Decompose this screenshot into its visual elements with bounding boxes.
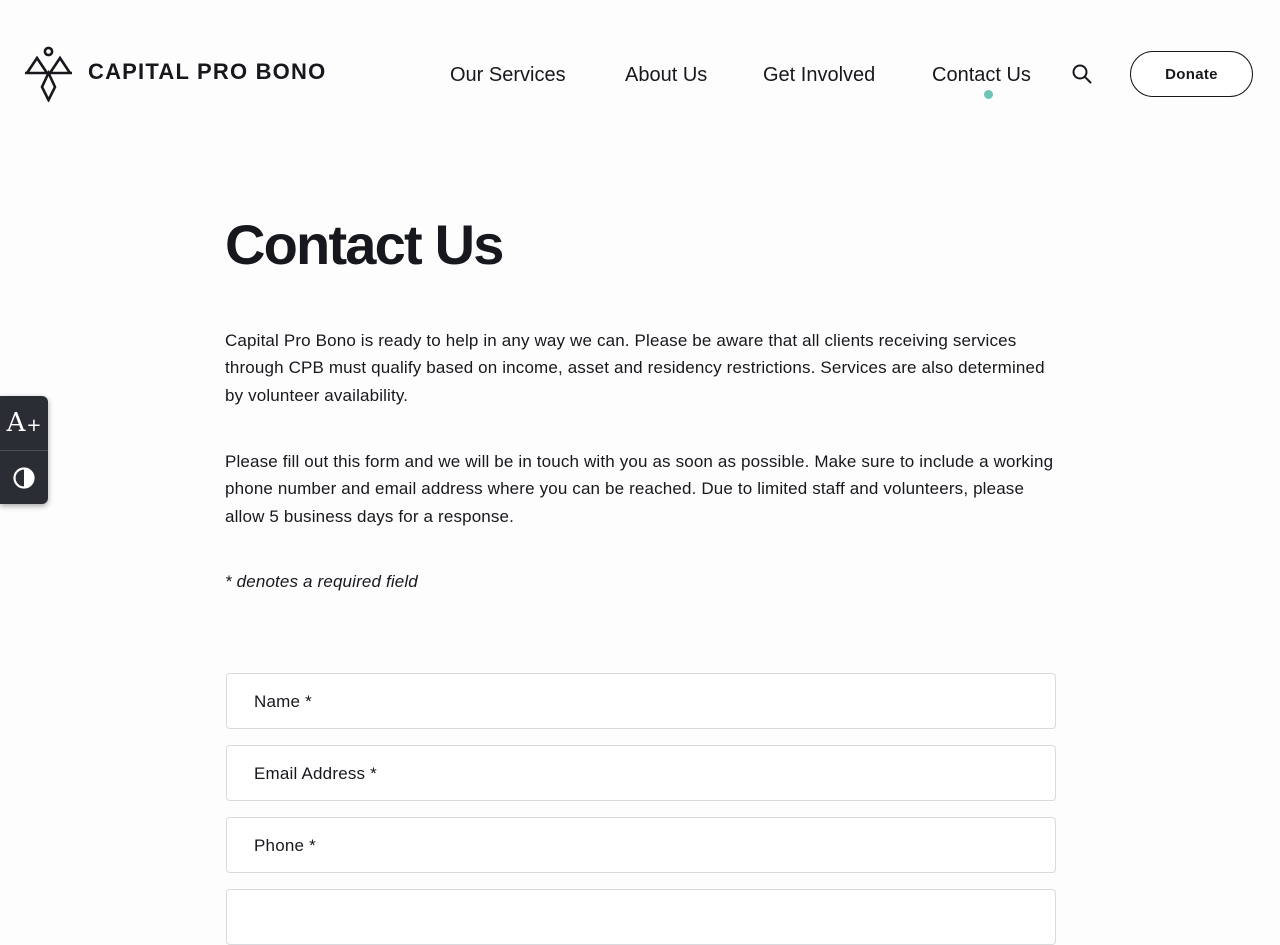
nav-item-get-involved[interactable]: Get Involved [763,60,875,90]
page-title: Contact Us [225,213,504,276]
site-header: CAPITAL PRO BONO Our Services About Us G… [0,0,1280,150]
font-size-increase-button[interactable]: A+ [0,396,48,451]
next-form-field[interactable] [226,889,1056,945]
phone-field[interactable]: Phone * [226,817,1056,873]
donate-button[interactable]: Donate [1130,51,1253,97]
contrast-toggle-button[interactable] [0,451,48,505]
phone-input[interactable] [227,818,1055,872]
required-field-note: * denotes a required field [225,572,418,591]
name-field[interactable]: Name * [226,673,1056,729]
instructions-paragraph: Please fill out this form and we will be… [225,452,1054,526]
capital-pro-bono-logo-icon [25,46,72,102]
font-size-letter: A [6,408,26,438]
site-logo-link[interactable]: CAPITAL PRO BONO [24,46,326,102]
email-input[interactable] [227,746,1055,800]
search-icon[interactable] [1070,62,1094,86]
nav-item-contact-us[interactable]: Contact Us [932,60,1031,90]
contrast-icon [13,467,35,489]
accessibility-toolbar: A+ [0,396,48,504]
nav-item-about-us[interactable]: About Us [625,60,707,90]
active-nav-indicator [984,90,993,99]
nav-item-our-services[interactable]: Our Services [450,60,566,90]
intro-paragraph: Capital Pro Bono is ready to help in any… [225,331,1045,405]
name-input[interactable] [227,674,1055,728]
font-size-plus: + [26,415,42,436]
font-size-increase-icon: A+ [7,408,42,438]
brand-name: CAPITAL PRO BONO [88,59,327,84]
email-field[interactable]: Email Address * [226,745,1056,801]
